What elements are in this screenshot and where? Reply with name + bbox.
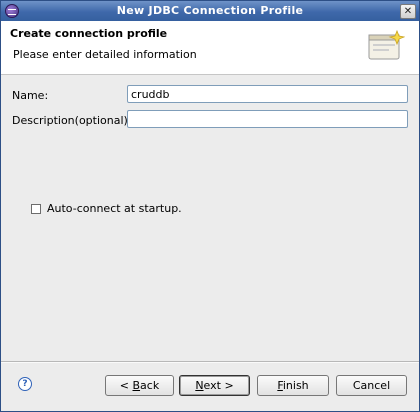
auto-connect-checkbox[interactable] — [31, 204, 41, 214]
finish-button-rest: inish — [282, 379, 309, 392]
description-label: Description(optional): — [12, 114, 132, 127]
dialog-window: New JDBC Connection Profile ✕ Create con… — [0, 0, 420, 412]
back-button-mnemonic: B — [132, 379, 141, 392]
title-bar[interactable]: New JDBC Connection Profile ✕ — [1, 1, 419, 21]
back-button-prefix: < — [119, 379, 133, 392]
close-button[interactable]: ✕ — [400, 4, 416, 19]
finish-button[interactable]: Finish — [257, 375, 329, 396]
new-connection-wizard-icon — [368, 29, 405, 60]
wizard-page-description: Please enter detailed information — [13, 48, 197, 61]
cancel-button[interactable]: Cancel — [336, 375, 407, 396]
next-button-mnemonic: N — [195, 379, 204, 392]
window-title: New JDBC Connection Profile — [116, 4, 304, 17]
next-button-rest: ext > — [203, 379, 234, 392]
next-button[interactable]: Next > — [179, 375, 250, 396]
back-button[interactable]: < Back — [105, 375, 174, 396]
name-field[interactable] — [127, 85, 408, 103]
wizard-header: Create connection profile Please enter d… — [1, 21, 419, 75]
auto-connect-label[interactable]: Auto-connect at startup. — [47, 202, 182, 215]
description-field[interactable] — [127, 110, 408, 128]
back-button-rest: ack — [140, 379, 160, 392]
wizard-page-title: Create connection profile — [10, 27, 168, 40]
footer-separator — [1, 361, 419, 363]
help-icon[interactable]: ? — [18, 377, 32, 391]
name-label: Name: — [12, 89, 49, 102]
